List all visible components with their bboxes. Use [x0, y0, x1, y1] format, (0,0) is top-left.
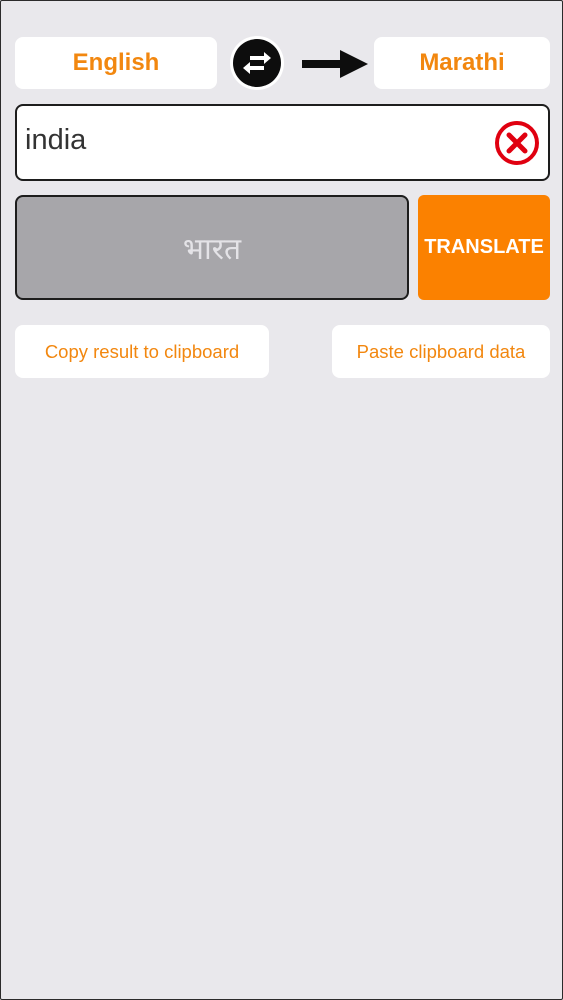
translate-button[interactable]: TRANSLATE: [418, 195, 550, 300]
clear-x-icon[interactable]: [494, 120, 540, 166]
source-text-input[interactable]: [25, 116, 485, 164]
target-language-button[interactable]: Marathi: [374, 37, 550, 89]
source-text-box: [15, 104, 550, 181]
paste-clipboard-button[interactable]: Paste clipboard data: [332, 325, 550, 378]
swap-arrows-icon: [233, 39, 281, 87]
source-language-button[interactable]: English: [15, 37, 217, 89]
right-arrow-icon: [302, 50, 368, 78]
copy-result-button[interactable]: Copy result to clipboard: [15, 325, 269, 378]
swap-languages-button[interactable]: [230, 36, 284, 90]
translation-result: भारत: [15, 195, 409, 300]
app-frame: English Marathi भारत TRANSLATE Copy resu…: [0, 0, 563, 1000]
